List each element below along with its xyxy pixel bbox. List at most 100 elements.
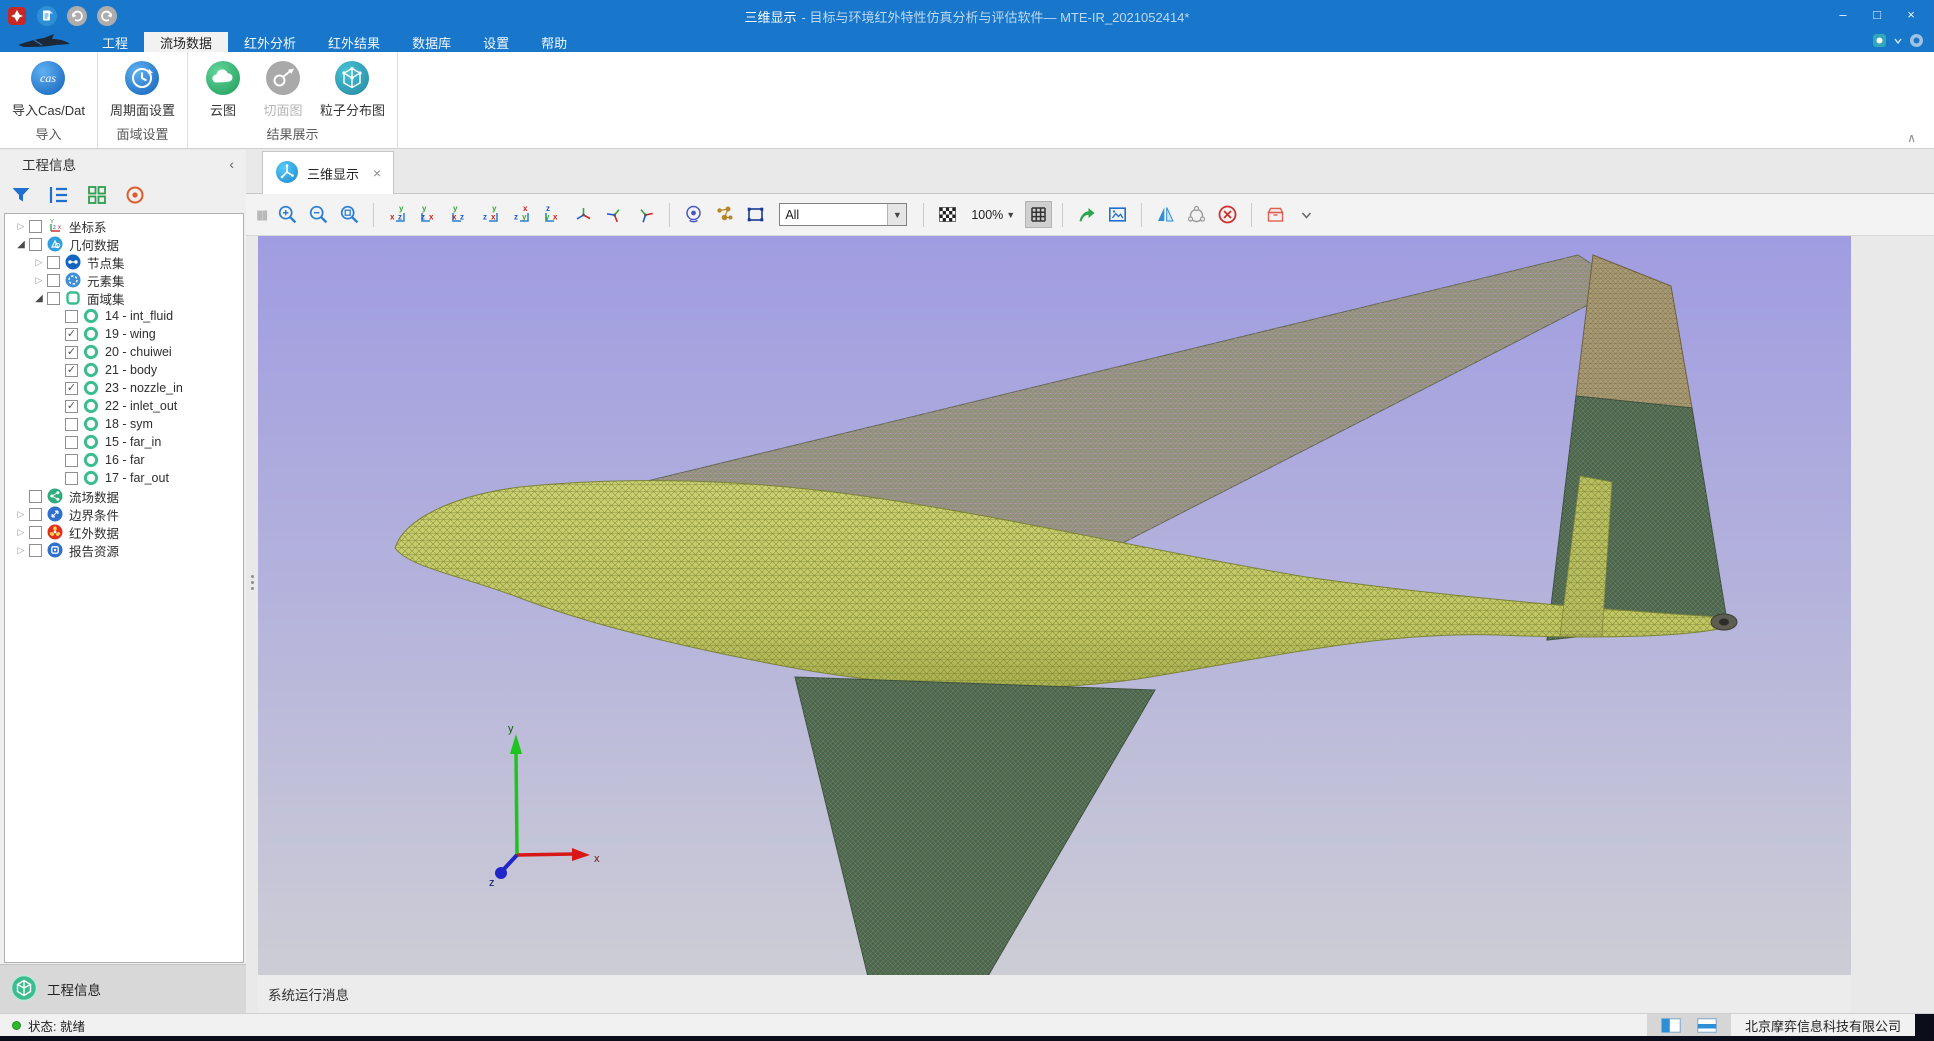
zoom-fit-icon[interactable] — [336, 201, 363, 228]
tree-item[interactable]: ✓23 - nozzle_in — [5, 379, 243, 397]
expander-icon[interactable]: ▷ — [13, 527, 29, 538]
target-icon[interactable] — [124, 184, 146, 206]
tree-item[interactable]: ▷节点集 — [5, 253, 243, 271]
toolbar-drag-handle[interactable]: ▮▮ — [256, 207, 266, 223]
expander-icon[interactable]: ▷ — [13, 509, 29, 520]
expander-icon[interactable]: ◢ — [31, 293, 47, 304]
ribbon-button-2-1[interactable]: 切面图 — [260, 59, 306, 119]
maximize-button[interactable]: □ — [1860, 0, 1894, 28]
checkbox[interactable] — [29, 526, 42, 539]
ribbon-collapse-icon[interactable]: ∧ — [1907, 131, 1916, 145]
tree-item[interactable]: ▷Yzx坐标系 — [5, 217, 243, 235]
tree-item[interactable]: 16 - far — [5, 451, 243, 469]
zoom-out-icon[interactable] — [305, 201, 332, 228]
view-right-icon[interactable]: zxy — [477, 201, 504, 228]
view-back-icon[interactable]: zxy — [415, 201, 442, 228]
checkbox[interactable]: ✓ — [65, 382, 78, 395]
checkbox[interactable] — [47, 256, 60, 269]
view-left-icon[interactable]: xzy — [446, 201, 473, 228]
checkbox[interactable] — [65, 310, 78, 323]
menu-item-2[interactable]: 红外分析 — [228, 32, 312, 52]
zoom-dropdown-icon[interactable]: ▼ — [1006, 210, 1015, 220]
ribbon-button-0-0[interactable]: cas导入Cas/Dat — [12, 59, 85, 119]
save-scene-icon[interactable] — [1262, 201, 1289, 228]
checkbox[interactable] — [29, 544, 42, 557]
expander-icon[interactable]: ▷ — [13, 545, 29, 556]
layout-left-icon[interactable] — [1661, 1018, 1681, 1033]
view-iso-1-icon[interactable] — [570, 201, 597, 228]
tree-item[interactable]: 18 - sym — [5, 415, 243, 433]
menu-item-6[interactable]: 帮助 — [525, 32, 583, 52]
more-dropdown-icon[interactable] — [1293, 201, 1320, 228]
probe-icon[interactable] — [680, 201, 707, 228]
tab-3d-display[interactable]: 三维显示 × — [262, 151, 394, 194]
export-icon[interactable] — [1073, 201, 1100, 228]
menu-item-0[interactable]: 工程 — [86, 32, 144, 52]
tree-item[interactable]: 流场数据 — [5, 487, 243, 505]
zoom-level-combo[interactable]: 100%▼ — [965, 208, 1021, 222]
outline-icon[interactable] — [48, 184, 70, 206]
message-panel[interactable]: 系统运行消息 — [258, 975, 1851, 1013]
view-top-icon[interactable]: zyx — [508, 201, 535, 228]
ribbon-button-2-0[interactable]: 云图 — [200, 59, 246, 119]
menu-item-1[interactable]: 流场数据 — [144, 32, 228, 52]
layout-bottom-icon[interactable] — [1697, 1018, 1717, 1033]
theme-icon[interactable] — [1872, 33, 1887, 51]
display-filter-combo[interactable]: All▼ — [779, 203, 907, 226]
ribbon-button-2-2[interactable]: 粒子分布图 — [320, 59, 385, 119]
menu-item-5[interactable]: 设置 — [467, 32, 525, 52]
close-button[interactable]: × — [1894, 0, 1928, 28]
snapshot-icon[interactable] — [1104, 201, 1131, 228]
checkbox[interactable] — [65, 436, 78, 449]
tree-item[interactable]: ✓20 - chuiwei — [5, 343, 243, 361]
view-bottom-icon[interactable]: yxz — [539, 201, 566, 228]
tree-item[interactable]: ◢几何数据 — [5, 235, 243, 253]
tree-item[interactable]: 17 - far_out — [5, 469, 243, 487]
checkbox[interactable] — [29, 238, 42, 251]
expander-icon[interactable]: ▷ — [13, 221, 29, 232]
tree-item[interactable]: 15 - far_in — [5, 433, 243, 451]
grid-toggle-icon[interactable] — [1025, 201, 1052, 228]
mirror-icon[interactable] — [1152, 201, 1179, 228]
box-select-icon[interactable] — [742, 201, 769, 228]
view-front-icon[interactable]: xzy — [384, 201, 411, 228]
checkbox[interactable] — [47, 274, 60, 287]
tab-close-icon[interactable]: × — [373, 165, 381, 181]
checkbox[interactable] — [29, 508, 42, 521]
caret-icon[interactable] — [1893, 33, 1903, 51]
combo-dropdown-icon[interactable]: ▼ — [887, 204, 906, 225]
checkbox[interactable] — [47, 292, 60, 305]
delete-icon[interactable] — [1214, 201, 1241, 228]
tree-item[interactable]: ◢面域集 — [5, 289, 243, 307]
view-iso-3-icon[interactable] — [632, 201, 659, 228]
panel-splitter-handle[interactable] — [247, 575, 257, 615]
grid-icon[interactable] — [86, 184, 108, 206]
tree-item[interactable]: ▷报告资源 — [5, 541, 243, 559]
tree-item[interactable]: ✓21 - body — [5, 361, 243, 379]
zoom-in-icon[interactable] — [274, 201, 301, 228]
tree-item[interactable]: ▷元素集 — [5, 271, 243, 289]
about-icon[interactable] — [1909, 33, 1924, 51]
checkbox[interactable] — [65, 472, 78, 485]
menu-item-4[interactable]: 数据库 — [396, 32, 467, 52]
viewport-3d-model[interactable]: x y z — [258, 236, 1851, 975]
tree-item[interactable]: 14 - int_fluid — [5, 307, 243, 325]
expander-icon[interactable]: ▷ — [31, 257, 47, 268]
panel-collapse-icon[interactable]: ‹ — [229, 156, 234, 172]
smooth-icon[interactable] — [1183, 201, 1210, 228]
panel-selector[interactable]: 工程信息 — [0, 964, 246, 1013]
transparency-icon[interactable] — [934, 201, 961, 228]
menu-item-3[interactable]: 红外结果 — [312, 32, 396, 52]
view-iso-2-icon[interactable] — [601, 201, 628, 228]
minimize-button[interactable]: – — [1826, 0, 1860, 28]
expander-icon[interactable]: ▷ — [31, 275, 47, 286]
checkbox[interactable] — [29, 490, 42, 503]
tree-item[interactable]: ✓19 - wing — [5, 325, 243, 343]
checkbox[interactable]: ✓ — [65, 400, 78, 413]
checkbox[interactable]: ✓ — [65, 328, 78, 341]
checkbox[interactable] — [65, 418, 78, 431]
checkbox[interactable]: ✓ — [65, 364, 78, 377]
tree-item[interactable]: ▷红外数据 — [5, 523, 243, 541]
ribbon-button-1-0[interactable]: 周期面设置 — [110, 59, 175, 119]
expander-icon[interactable]: ◢ — [13, 239, 29, 250]
